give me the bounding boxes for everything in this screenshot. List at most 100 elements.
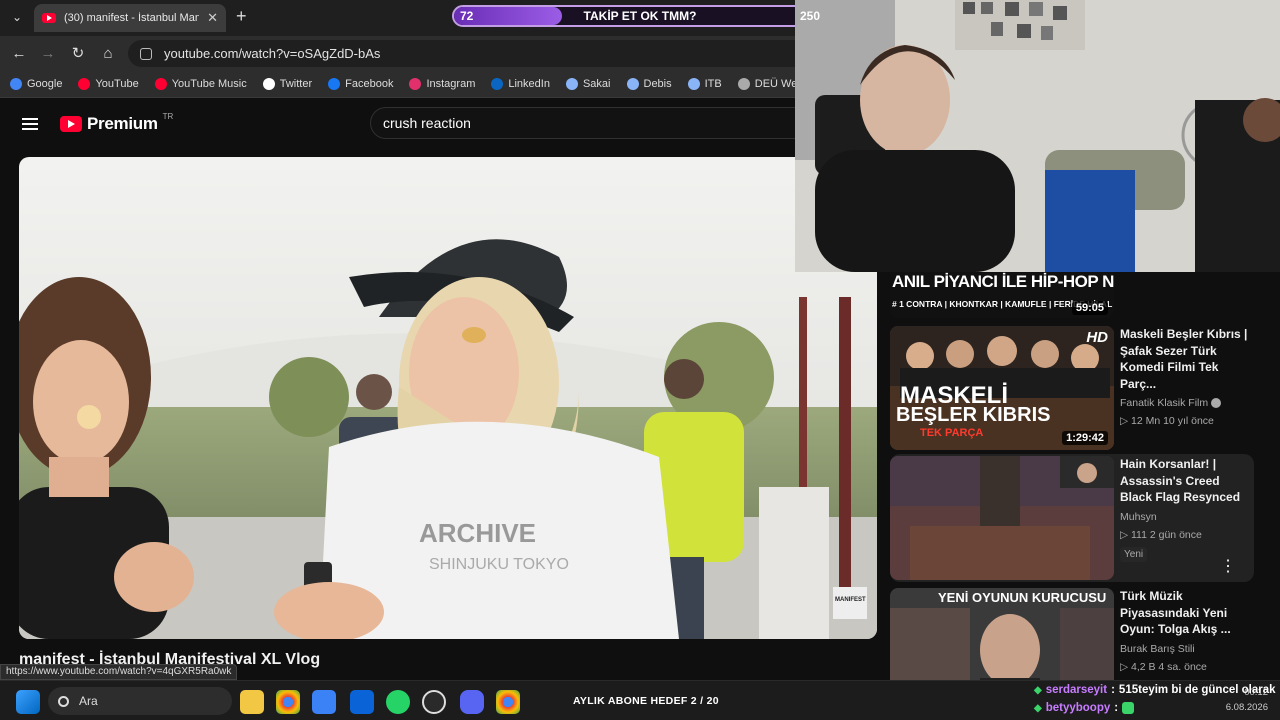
bookmark-label: Google [27, 77, 63, 90]
bookmark-label: YouTube Music [171, 77, 247, 90]
channel-label: Fanatik Klasik Film [1120, 397, 1209, 409]
video-meta: ▷ 111 2 gün önce [1120, 528, 1202, 541]
verified-icon [1211, 398, 1222, 409]
channel-name[interactable]: Burak Barış Stili [1120, 643, 1254, 655]
search-query: crush reaction [383, 115, 471, 131]
emote-icon [1122, 702, 1135, 714]
logo-text: Premium [87, 114, 158, 133]
taskbar-search[interactable]: Ara [48, 687, 232, 715]
follow-current: 72 [460, 9, 474, 23]
bookmark-favicon-icon [409, 77, 422, 90]
channel-name[interactable]: Muhsyn [1120, 511, 1254, 523]
hd-badge: HD [1086, 329, 1108, 346]
webcam-image [795, 0, 1280, 272]
bookmark-google[interactable]: Google [10, 77, 63, 90]
youtube-favicon-icon [42, 13, 56, 23]
discord-icon[interactable] [460, 690, 484, 714]
thumb-text: ANIL PİYANCI İLE HİP-HOP NIGHT [892, 272, 1114, 291]
reload-icon[interactable]: ↻ [68, 43, 88, 63]
address-url: youtube.com/watch?v=oSAgZdD-bAs [164, 46, 381, 61]
chrome-profile-icon[interactable] [496, 690, 520, 714]
bookmark-label: LinkedIn [508, 77, 550, 90]
youtube-premium-logo[interactable]: Premium TR [60, 111, 174, 134]
bookmark-label: YouTube [95, 77, 139, 90]
bookmark-label: Twitter [279, 77, 313, 90]
related-info: Türk Müzik Piyasasındaki Yeni Oyun: Tolg… [1120, 588, 1254, 673]
channel-name[interactable]: Fanatik Klasik Film [1120, 397, 1254, 409]
bookmark-label: Sakai [582, 77, 611, 90]
logo-region: TR [162, 111, 174, 121]
webcam-overlay [795, 0, 1280, 272]
bookmark-twitter[interactable]: Twitter [262, 77, 313, 90]
bookmark-itb[interactable]: ITB [687, 77, 722, 90]
subscriber-goal: AYLIK ABONE HEDEF 2 / 20 [573, 695, 719, 707]
bookmark-debis[interactable]: Debis [626, 77, 672, 90]
search-icon [58, 695, 69, 707]
bookmark-instagram[interactable]: Instagram [409, 77, 476, 90]
related-video-4[interactable]: YENİ OYUNUN KURUCUSU Türk Müzik Piyasası… [890, 588, 1260, 680]
active-tab[interactable]: (30) manifest - İstanbul Manifes ✕ [34, 4, 226, 32]
video-meta: ▷ 12 Mn 10 yıl önce [1120, 415, 1214, 427]
bookmark-label: ITB [704, 77, 722, 90]
chat-text: 515teyim bi de güncel olarak [1118, 684, 1276, 696]
related-video-1[interactable]: ANIL PİYANCI İLE HİP-HOP NIGHT # 1 CONTR… [890, 272, 1260, 320]
more-options-icon[interactable]: ⋮ [1220, 556, 1236, 576]
outlook-icon[interactable] [350, 690, 374, 714]
windows-start-icon[interactable] [16, 690, 40, 714]
back-icon[interactable]: ← [9, 43, 29, 63]
menu-icon[interactable] [22, 118, 38, 130]
badge-icon: ◆ [1034, 702, 1042, 714]
obs-icon[interactable] [422, 690, 446, 714]
related-title[interactable]: Hain Korsanlar! | Assassin's Creed Black… [1120, 456, 1254, 506]
related-info: Hain Korsanlar! | Assassin's Creed Black… [1120, 456, 1254, 562]
bookmark-label: Instagram [426, 77, 476, 90]
bookmark-label: Debis [643, 77, 672, 90]
duration-badge: 1:29:42 [1062, 431, 1108, 445]
video-player[interactable]: ARCHIVE SHINJUKU TOKYO MANIFEST [19, 157, 877, 639]
bookmark-youtube[interactable]: YouTube [78, 77, 139, 90]
thumb-text: YENİ OYUNUN KURUCUSU [938, 590, 1107, 605]
bookmark-sakai[interactable]: Sakai [565, 77, 611, 90]
tab-close-icon[interactable]: ✕ [207, 10, 218, 26]
new-tab-icon[interactable]: + [236, 6, 247, 27]
bookmark-favicon-icon [262, 77, 275, 90]
thumb-tag: TEK PARÇA [920, 427, 984, 439]
new-badge: Yeni [1120, 546, 1148, 562]
related-thumbnail-3 [890, 456, 1114, 580]
related-title[interactable]: Türk Müzik Piyasasındaki Yeni Oyun: Tolg… [1120, 588, 1254, 638]
site-info-icon[interactable] [140, 47, 152, 60]
video-frame: ARCHIVE SHINJUKU TOKYO [19, 157, 877, 639]
chat-message: ◆ betyyboopy : [1034, 699, 1280, 717]
related-title[interactable]: Maskeli Beşler Kıbrıs | Şafak Sezer Türk… [1120, 326, 1254, 392]
thumbnail-image [890, 456, 1114, 580]
file-explorer-icon[interactable] [240, 690, 264, 714]
youtube-logo-icon [60, 116, 82, 132]
related-video-2[interactable]: HD MASKELİ BEŞLER KIBRIS TEK PARÇA 1:29:… [890, 326, 1260, 452]
related-thumbnail-2: HD MASKELİ BEŞLER KIBRIS TEK PARÇA 1:29:… [890, 326, 1114, 450]
tab-search-chevron-icon[interactable]: ⌄ [6, 6, 28, 28]
badge-icon: ◆ [1034, 684, 1042, 696]
store-icon[interactable] [312, 690, 336, 714]
follow-label: TAKİP ET OK TMM? [583, 9, 697, 23]
bookmark-linkedin[interactable]: LinkedIn [491, 77, 550, 90]
home-icon[interactable]: ⌂ [98, 43, 118, 63]
whatsapp-icon[interactable] [386, 690, 410, 714]
related-video-3[interactable]: Hain Korsanlar! | Assassin's Creed Black… [890, 454, 1254, 582]
bookmark-favicon-icon [491, 77, 504, 90]
chrome-icon[interactable] [276, 690, 300, 714]
search-input[interactable]: crush reaction [370, 107, 830, 139]
bookmark-favicon-icon [154, 77, 167, 90]
chat-username: serdarseyit [1045, 684, 1108, 696]
taskbar-search-label: Ara [79, 694, 98, 708]
related-thumbnail-4: YENİ OYUNUN KURUCUSU [890, 588, 1114, 680]
forward-icon[interactable]: → [38, 43, 58, 63]
video-watermark: MANIFEST [835, 597, 866, 603]
bookmark-youtube-music[interactable]: YouTube Music [154, 77, 247, 90]
svg-text:SHINJUKU TOKYO: SHINJUKU TOKYO [429, 556, 569, 573]
bookmark-facebook[interactable]: Facebook [328, 77, 393, 90]
duration-badge: 59:05 [1071, 301, 1108, 315]
thumb-subtext: BEŞLER KIBRIS [896, 404, 1051, 426]
screen: ⌄ (30) manifest - İstanbul Manifes ✕ + ←… [0, 0, 1280, 720]
follow-goal: 250 [799, 9, 820, 23]
bookmark-favicon-icon [10, 77, 22, 90]
